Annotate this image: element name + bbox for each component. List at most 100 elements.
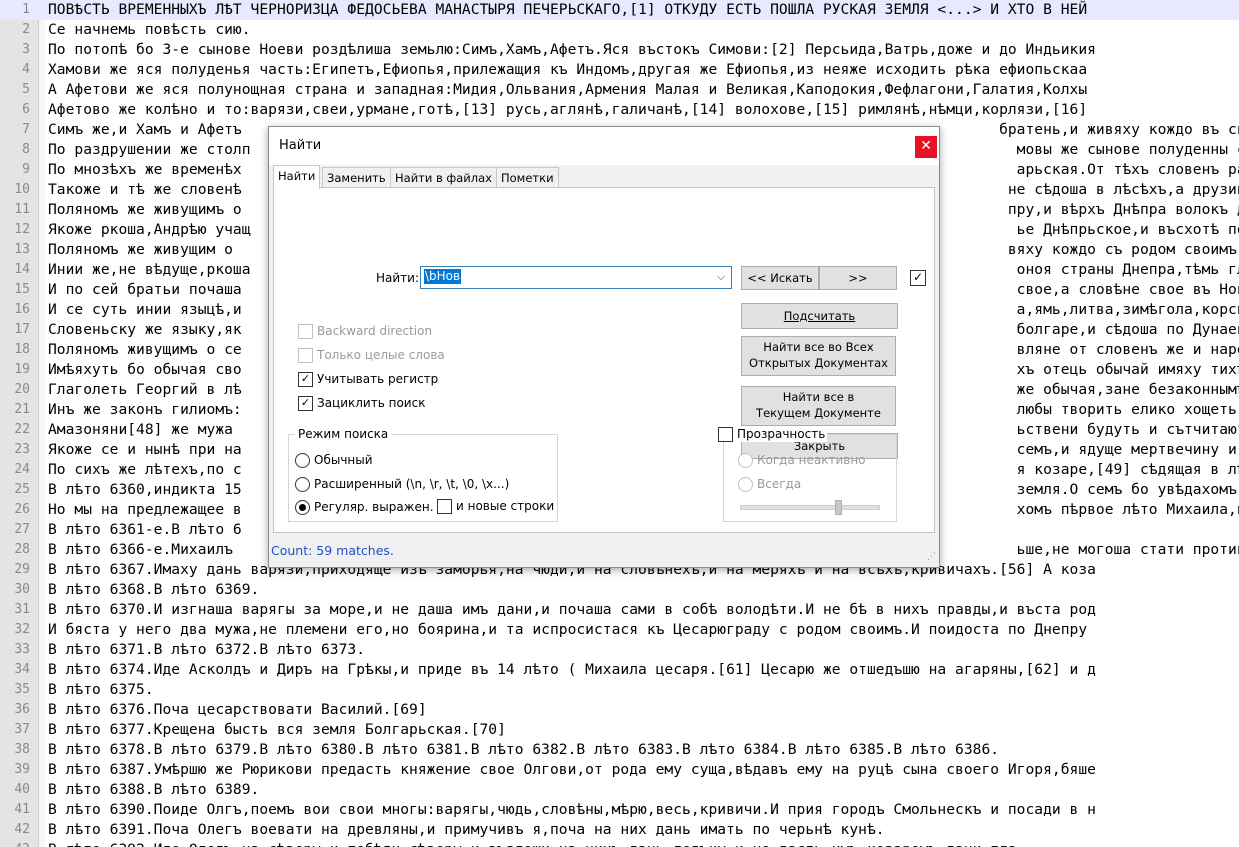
editor-line[interactable]: 4 Хамови же яся полуденья часть:Египетъ,Е… [0,60,1239,80]
line-text[interactable]: А Афетови же яся полунощная страна и зап… [48,80,1087,100]
line-number: 3 [22,42,30,57]
two-buttons-checkbox[interactable]: ✓ [910,270,926,286]
mode-normal-radio[interactable] [295,453,310,468]
line-text[interactable]: В лѣто 6392.Иде Олегъ на сѣверы и побѣди… [48,840,1017,847]
line-number: 18 [14,342,30,357]
line-number: 1 [22,2,30,17]
slider-thumb[interactable] [835,500,842,515]
line-text[interactable]: Афетово же колѣно и то:варязи,свеи,урман… [48,100,1087,120]
find-all-in-current-doc-button[interactable]: Найти все в Текущем Документе [741,386,896,426]
editor-line[interactable]: 2 Се начнемь повѣсть сию. [0,20,1239,40]
line-text[interactable]: В лѣто 6391.Поча Олегъ воевати на древля… [48,820,885,840]
mode-regex-radio[interactable] [295,500,310,515]
count-button[interactable]: Подсчитать [741,303,898,329]
match-case-option[interactable]: ✓ Учитывать регистр [298,372,438,388]
editor-line[interactable]: 37 В лѣто 6377.Крещена бысть вся земля Бо… [0,720,1239,740]
transparency-always-option[interactable]: Всегда [738,477,801,492]
editor-line[interactable]: 43 В лѣто 6392.Иде Олегъ на сѣверы и побѣ… [0,840,1239,847]
line-text[interactable]: И бяста у него два мужа,не племени его,н… [48,620,1087,640]
whole-word-checkbox[interactable] [298,348,313,363]
line-number: 2 [22,22,30,37]
wrap-around-checkbox[interactable]: ✓ [298,396,313,411]
line-number: 43 [0,840,30,847]
find-next-button[interactable]: >> [819,266,897,290]
mode-extended-radio[interactable] [295,477,310,492]
line-text[interactable]: Се начнемь повѣсть сию. [48,20,251,40]
line-number: 10 [14,182,30,197]
tab-find-in-files[interactable]: Найти в файлах [390,167,497,188]
find-label: Найти: [376,271,420,285]
line-text[interactable]: В лѣто 6371.В лѣто 6372.В лѣто 6373. [48,640,365,660]
transparency-checkbox[interactable] [718,427,733,442]
line-text[interactable]: По потопѣ бо 3-е сынове Ноеви роздѣлиша … [48,40,1096,60]
line-text[interactable]: В лѣто 6377.Крещена бысть вся земля Болг… [48,720,506,740]
editor-line[interactable]: 5 А Афетови же яся полунощная страна и за… [0,80,1239,100]
line-number: 37 [14,722,30,737]
editor-line[interactable]: 39 В лѣто 6387.Умѣршю же Рюрикови предаст… [0,760,1239,780]
backward-direction-option[interactable]: Backward direction [298,324,432,340]
find-tab-panel: Найти: \bНов ⌵ << Искать >> ✓ Подсчитать… [273,187,935,533]
editor-line[interactable]: 32 И бяста у него два мужа,не племени его… [0,620,1239,640]
transparency-group: Прозрачность Когда неактивно Всегда [716,427,897,522]
wrap-around-option[interactable]: ✓ Зациклить поиск [298,396,425,412]
mode-normal-option[interactable]: Обычный [295,453,373,468]
editor-line[interactable]: 34 В лѣто 6374.Иде Асколдъ и Диръ на Грѣк… [0,660,1239,680]
find-what-value[interactable]: \bНов [424,269,462,284]
chevron-down-icon[interactable]: ⌵ [714,268,728,286]
line-number: 5 [22,82,30,97]
transparency-option[interactable]: Прозрачность [716,427,828,442]
line-text[interactable]: В лѣто 6390.Поиде Олгъ,поемъ вои свои мн… [48,800,1096,820]
match-case-checkbox[interactable]: ✓ [298,372,313,387]
line-number: 12 [14,222,30,237]
whole-word-option[interactable]: Только целые слова [298,348,445,364]
line-number: 16 [14,302,30,317]
resize-grip-icon[interactable]: ⋰ [927,553,937,565]
editor-line[interactable]: 38 В лѣто 6378.В лѣто 6379.В лѣто 6380.В … [0,740,1239,760]
mode-regex-option[interactable]: Регуляр. выражен. [295,500,434,515]
line-text[interactable]: В лѣто 6361-е.В лѣто 6 [48,520,242,540]
transparency-on-lose-focus-option[interactable]: Когда неактивно [738,453,866,468]
find-all-in-open-docs-button[interactable]: Найти все во Всех Открытых Документах [741,336,896,376]
line-text[interactable]: В лѣто 6387.Умѣршю же Рюрикови предасть … [48,760,1096,780]
dot-matches-newline-checkbox[interactable] [437,499,452,514]
editor-line[interactable]: 31 В лѣто 6370.И изгнаша варягы за море,и… [0,600,1239,620]
line-text[interactable]: Хамови же яся полуденья часть:Египетъ,Еф… [48,60,1087,80]
backward-direction-checkbox[interactable] [298,324,313,339]
editor-line[interactable]: 3 По потопѣ бо 3-е сынове Ноеви роздѣлиша… [0,40,1239,60]
editor-line[interactable]: 35 В лѣто 6375. [0,680,1239,700]
tab-replace[interactable]: Заменить [322,167,391,188]
editor-line[interactable]: 40 В лѣто 6388.В лѣто 6389. [0,780,1239,800]
editor-line[interactable]: 36 В лѣто 6376.Поча цесарствовати Василий… [0,700,1239,720]
mode-extended-option[interactable]: Расширенный (\n, \r, \t, \0, \x...) [295,477,509,492]
line-text[interactable]: ПОВѢСТЬ ВРЕМЕННЫХЪ ЛѢТ ЧЕРНОРИЗЦА ФЕДОСЬ… [48,0,1087,20]
dialog-titlebar[interactable]: Найти ✕ [269,127,939,165]
editor-line[interactable]: 33 В лѣто 6371.В лѣто 6372.В лѣто 6373. [0,640,1239,660]
editor-line[interactable]: 41 В лѣто 6390.Поиде Олгъ,поемъ вои свои … [0,800,1239,820]
transparency-slider[interactable] [740,500,880,515]
line-number: 14 [14,262,30,277]
line-text[interactable]: В лѣто 6378.В лѣто 6379.В лѣто 6380.В лѣ… [48,740,999,760]
always-radio[interactable] [738,477,753,492]
line-text[interactable]: В лѣто 6375. [48,680,154,700]
line-text[interactable]: В лѣто 6370.И изгнаша варягы за море,и н… [48,600,1096,620]
line-text[interactable]: В лѣто 6388.В лѣто 6389. [48,780,259,800]
find-previous-button[interactable]: << Искать [741,266,819,290]
line-text[interactable]: В лѣто 6376.Поча цесарствовати Василий.[… [48,700,427,720]
line-number: 39 [14,762,30,777]
line-number: 25 [14,482,30,497]
line-text[interactable]: В лѣто 6374.Иде Асколдъ и Диръ на Грѣкы,… [48,660,1096,680]
tab-find[interactable]: Найти [273,165,321,189]
dot-matches-newline-option[interactable]: и новые строки [437,499,554,514]
find-dialog[interactable]: Найти ✕ Найти Заменить Найти в файлах По… [268,126,940,568]
find-what-combobox[interactable]: \bНов ⌵ [420,266,732,289]
on-lose-focus-radio[interactable] [738,453,753,468]
line-number: 36 [14,702,30,717]
editor-line[interactable]: 1 ПОВѢСТЬ ВРЕМЕННЫХЪ ЛѢТ ЧЕРНОРИЗЦА ФЕДОС… [0,0,1239,20]
editor-line[interactable]: 6 Афетово же колѣно и то:варязи,свеи,урма… [0,100,1239,120]
line-number: 42 [14,822,30,837]
editor-line[interactable]: 42 В лѣто 6391.Поча Олегъ воевати на древ… [0,820,1239,840]
line-text[interactable]: В лѣто 6368.В лѣто 6369. [48,580,259,600]
close-icon[interactable]: ✕ [915,136,937,158]
editor-line[interactable]: 30 В лѣто 6368.В лѣто 6369. [0,580,1239,600]
tab-mark[interactable]: Пометки [496,167,559,188]
